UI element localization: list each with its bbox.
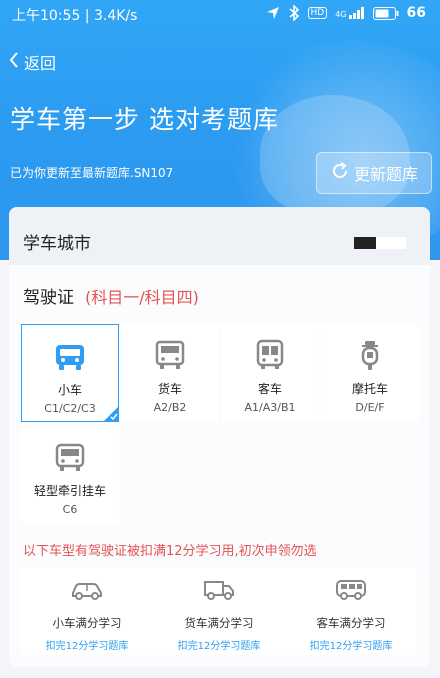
vehicle-code: C6 xyxy=(62,503,78,516)
full-score-row: 小车满分学习 扣完12分学习题库 货车满分学习 扣完12分学习题库 客车满分学习… xyxy=(21,567,417,655)
update-bank-button[interactable]: 更新题库 xyxy=(316,152,432,194)
full-score-car[interactable]: 小车满分学习 扣完12分学习题库 xyxy=(21,567,153,655)
signal-label: 4G xyxy=(335,10,347,19)
full-score-bus[interactable]: 客车满分学习 扣完12分学习题库 xyxy=(285,567,417,655)
bus-outline-icon xyxy=(334,579,368,603)
truck-icon xyxy=(153,338,187,372)
full-score-name: 小车满分学习 xyxy=(52,616,122,630)
refresh-icon xyxy=(330,161,350,185)
vehicle-type-light-trailer[interactable]: 轻型牵引挂车 C6 xyxy=(21,426,119,524)
full-score-link[interactable]: 扣完12分学习题库 xyxy=(310,637,393,652)
update-info: 已为你更新至最新题库.SN107 xyxy=(10,166,174,180)
city-row[interactable]: 学车城市 xyxy=(9,207,430,265)
status-icons: HD 4G 66 xyxy=(266,5,426,21)
status-time-speed: 上午10:55 | 3.4K/s xyxy=(12,8,138,24)
location-icon xyxy=(266,6,280,20)
full-score-link[interactable]: 扣完12分学习题库 xyxy=(178,637,261,652)
selected-check-icon xyxy=(103,406,119,422)
motorcycle-icon xyxy=(353,338,387,372)
vehicle-name: 轻型牵引挂车 xyxy=(33,484,106,498)
full-score-notice: 以下车型有驾驶证被扣满12分学习用,初次申领勿选 xyxy=(23,544,317,559)
hd-badge: HD xyxy=(307,7,328,19)
back-button[interactable]: 返回 xyxy=(8,50,56,74)
chevron-left-icon xyxy=(8,51,20,73)
license-label: 驾驶证 xyxy=(23,288,74,308)
full-score-name: 客车满分学习 xyxy=(316,616,386,630)
vehicle-name: 小车 xyxy=(57,383,82,397)
trailer-truck-icon xyxy=(53,440,87,474)
city-value-redacted xyxy=(354,237,376,249)
vehicle-type-bus[interactable]: 客车 A1/A3/B1 xyxy=(221,324,319,422)
vehicle-type-truck[interactable]: 货车 A2/B2 xyxy=(121,324,219,422)
bus-icon xyxy=(253,338,287,372)
vehicle-code: C1/C2/C3 xyxy=(44,402,96,415)
full-score-truck[interactable]: 货车满分学习 扣完12分学习题库 xyxy=(153,567,285,655)
vehicle-type-grid: 小车 C1/C2/C3 货车 A2/B2 客车 A1/A3/B1 摩托车 D/E… xyxy=(21,324,419,524)
battery-level: 66 xyxy=(406,5,426,21)
car-outline-icon xyxy=(70,579,104,603)
vehicle-code: D/E/F xyxy=(355,401,385,414)
page-title: 学车第一步 选对考题库 xyxy=(10,105,279,134)
bluetooth-icon xyxy=(288,5,300,21)
city-value-mask xyxy=(376,237,406,249)
vehicle-name: 货车 xyxy=(157,382,182,396)
city-label: 学车城市 xyxy=(23,234,91,254)
vehicle-code: A1/A3/B1 xyxy=(244,401,296,414)
signal-icon: 4G xyxy=(335,7,364,19)
vehicle-type-car[interactable]: 小车 C1/C2/C3 xyxy=(21,324,119,422)
truck-outline-icon xyxy=(202,579,236,603)
license-subjects: (科目一/科目四) xyxy=(85,288,199,307)
vehicle-name: 摩托车 xyxy=(351,382,388,396)
vehicle-name: 客车 xyxy=(257,382,282,396)
car-icon xyxy=(53,339,87,373)
status-bar: 上午10:55 | 3.4K/s HD 4G 66 xyxy=(0,0,440,30)
full-score-link[interactable]: 扣完12分学习题库 xyxy=(46,637,129,652)
update-bank-label: 更新题库 xyxy=(353,165,418,184)
full-score-name: 货车满分学习 xyxy=(184,616,254,630)
selection-card: 学车城市 驾驶证 (科目一/科目四) 小车 C1/C2/C3 货车 A2/B2 xyxy=(9,207,430,667)
battery-icon xyxy=(372,6,399,20)
vehicle-code: A2/B2 xyxy=(153,401,187,414)
back-label: 返回 xyxy=(24,54,57,73)
vehicle-type-motorcycle[interactable]: 摩托车 D/E/F xyxy=(321,324,419,422)
